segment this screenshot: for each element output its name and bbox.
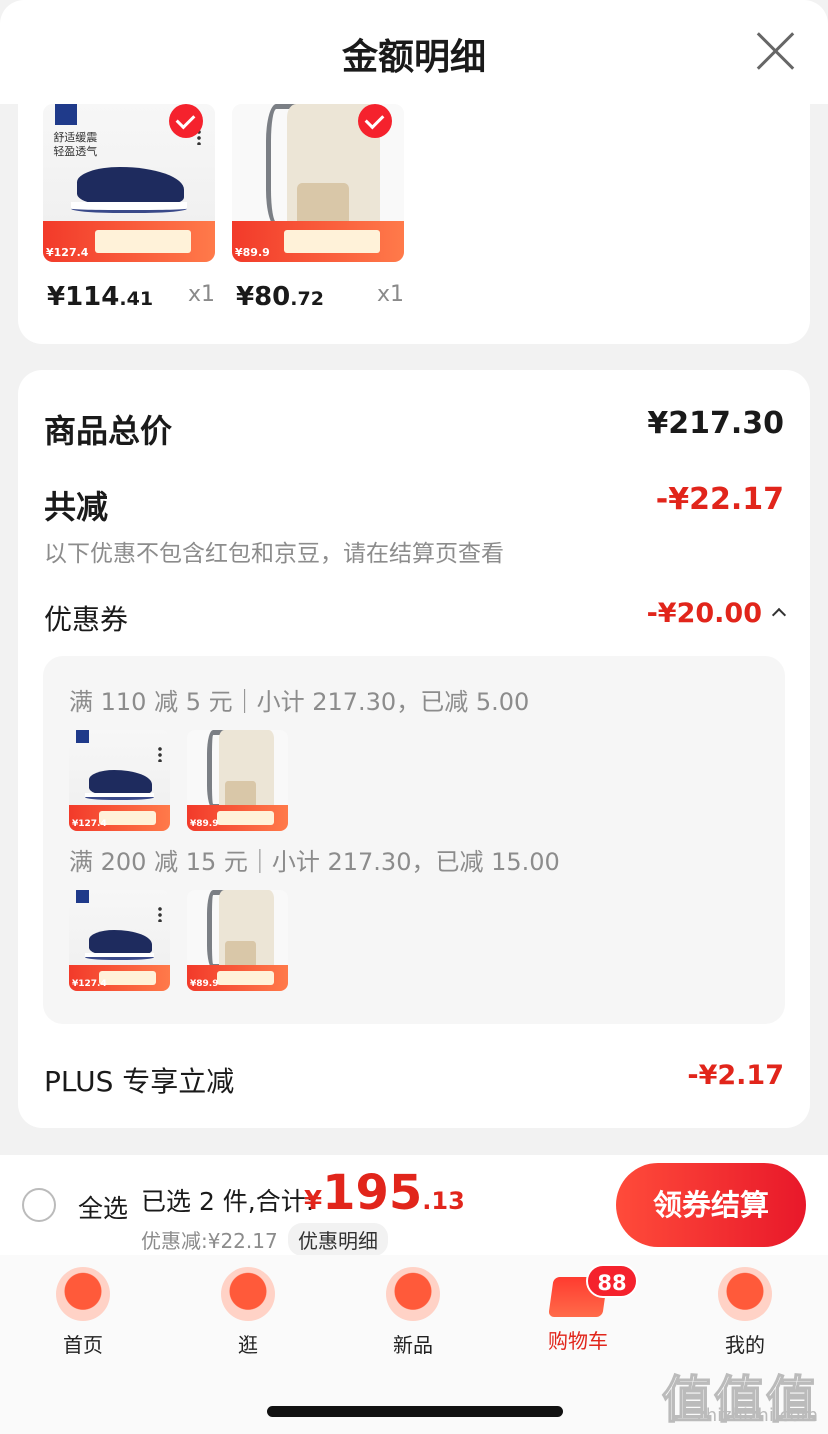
checkout-button[interactable]: 领券结算 <box>616 1163 806 1247</box>
coupon-row[interactable]: 优惠券 -¥20.00 <box>44 598 787 638</box>
chevron-up-icon[interactable] <box>771 607 787 623</box>
discount-amount: 优惠减:¥22.17 <box>141 1229 278 1253</box>
promo-banner: ¥127.4 <box>43 220 215 262</box>
total-price-value: ¥217.30 <box>647 406 784 441</box>
product-thumb-shoe[interactable]: ¥127.4 <box>69 890 170 991</box>
checked-icon[interactable] <box>358 104 392 138</box>
product-thumb-backpack[interactable]: ¥89.9 <box>187 890 288 991</box>
coupon-products: ¥127.4 ¥89.9 <box>69 730 288 831</box>
detail-sheet: 金额明细 舒适缓震 轻盈透气 ¥127.4 ¥114.41 x1 ¥89.9 ¥… <box>0 0 828 1160</box>
reduce-value: -¥22.17 <box>655 482 784 517</box>
product-item[interactable]: ¥89.9 ¥80.72 x1 <box>232 104 404 312</box>
coupon-rule: 满 110 减 5 元｜小计 217.30，已减 5.00 <box>69 688 530 716</box>
selected-count-text: 已选 2 件,合计: <box>141 1187 315 1216</box>
coupon-rule: 满 200 减 15 元｜小计 217.30，已减 15.00 <box>69 848 560 876</box>
total-price-row: 商品总价 ¥217.30 <box>44 406 784 452</box>
product-price: ¥114.41 <box>47 282 154 312</box>
product-thumb-backpack[interactable]: ¥89.9 <box>187 730 288 831</box>
promo-banner: ¥89.9 <box>232 220 404 262</box>
tab-new[interactable]: 新品 <box>358 1267 468 1358</box>
select-all-label[interactable]: 全选 <box>78 1189 128 1225</box>
product-quantity: x1 <box>376 282 404 307</box>
tab-profile[interactable]: 我的 <box>690 1267 800 1358</box>
coupon-products: ¥127.4 ¥89.9 <box>69 890 288 991</box>
brand-logo-icon <box>55 104 78 125</box>
price-summary-card: 商品总价 ¥217.30 共减 -¥22.17 以下优惠不包含红包和京豆，请在结… <box>18 370 810 1128</box>
select-all-radio[interactable] <box>22 1188 56 1222</box>
plus-discount-row: PLUS 专享立减 -¥2.17 <box>44 1060 784 1100</box>
total-amount: ¥195.13 <box>304 1165 465 1221</box>
selected-products-card: 舒适缓震 轻盈透气 ¥127.4 ¥114.41 x1 ¥89.9 ¥80.72 … <box>18 104 810 344</box>
coupon-value[interactable]: -¥20.00 <box>647 598 787 629</box>
cart-badge: 88 <box>586 1264 638 1298</box>
product-price: ¥80.72 <box>236 282 324 312</box>
explore-icon <box>221 1267 275 1321</box>
checkout-bar: 全选 已选 2 件,合计: ¥195.13 优惠减:¥22.17 优惠明细 领券… <box>0 1155 828 1256</box>
coupon-details: 满 110 减 5 元｜小计 217.30，已减 5.00 ¥127.4 ¥89… <box>43 656 785 1024</box>
watermark-url: zhizhizhi.com <box>696 1405 818 1426</box>
sheet-title: 金额明细 <box>341 37 486 78</box>
sheet-header: 金额明细 <box>0 0 828 104</box>
profile-icon <box>718 1267 772 1321</box>
plus-discount-label: PLUS 专享立减 <box>44 1065 235 1098</box>
checked-icon[interactable] <box>169 104 203 138</box>
reduce-row: 共减 -¥22.17 <box>44 482 784 528</box>
product-quantity: x1 <box>187 282 215 307</box>
tab-explore[interactable]: 逛 <box>193 1267 303 1358</box>
close-icon[interactable] <box>756 32 794 70</box>
reduce-note: 以下优惠不包含红包和京豆，请在结算页查看 <box>44 541 504 567</box>
tab-home[interactable]: 首页 <box>28 1267 138 1358</box>
plus-discount-value: -¥2.17 <box>687 1060 784 1091</box>
new-product-icon <box>386 1267 440 1321</box>
home-icon <box>56 1267 110 1321</box>
discount-detail-link[interactable]: 优惠明细 <box>288 1223 388 1256</box>
product-thumb-shoe[interactable]: ¥127.4 <box>69 730 170 831</box>
product-item[interactable]: 舒适缓震 轻盈透气 ¥127.4 ¥114.41 x1 <box>43 104 215 312</box>
home-indicator <box>267 1406 563 1417</box>
